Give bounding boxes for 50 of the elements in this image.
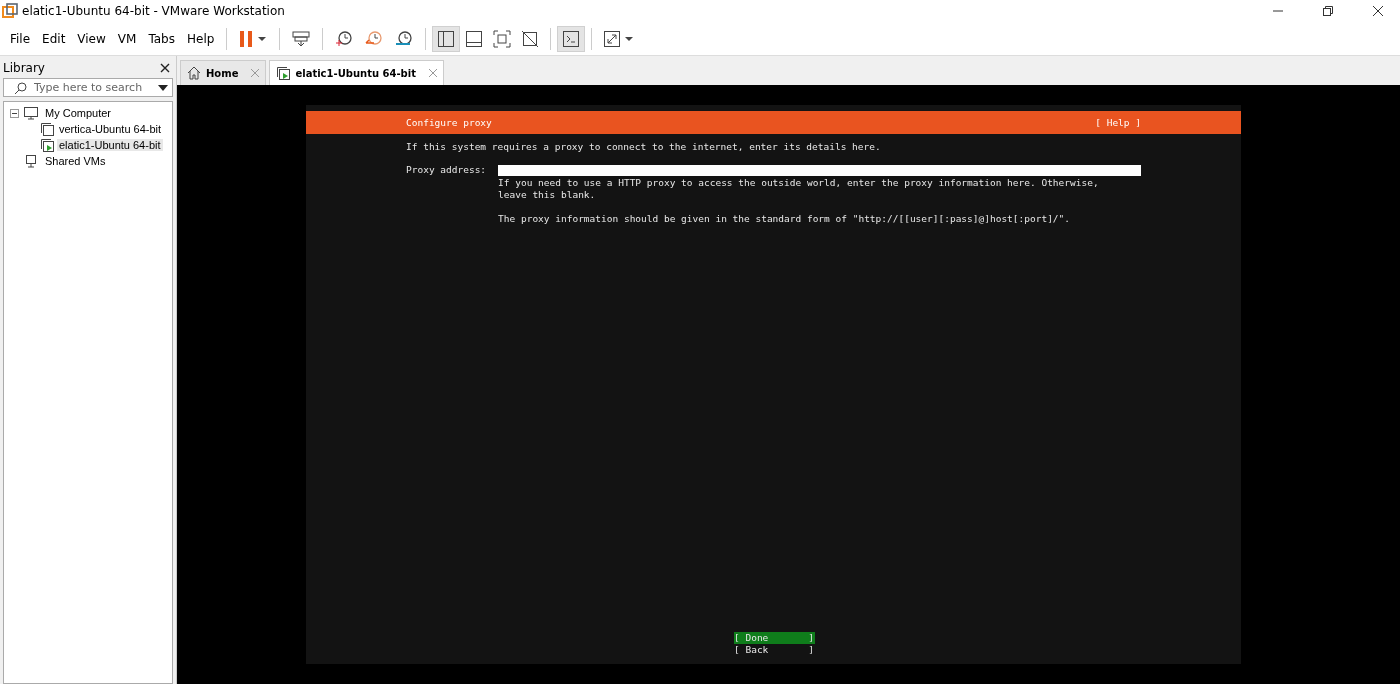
close-icon[interactable]: [1372, 5, 1384, 17]
menu-item[interactable]: Edit: [36, 31, 72, 46]
field-label: Proxy address:: [406, 164, 487, 177]
clock-icon: [334, 29, 355, 48]
monitor-icon: [23, 106, 39, 120]
crossed-window-icon: [521, 29, 540, 48]
search-icon: [14, 80, 28, 95]
resize-icon: [603, 29, 636, 48]
menu-item[interactable]: Help: [180, 31, 221, 46]
hint-text: If you need to use a HTTP proxy to access the outside world, enter the proxy information here. Otherwise,: [498, 177, 1100, 189]
clock-icon: [364, 29, 385, 48]
tree-item[interactable]: My Computer: [43, 107, 114, 119]
tree-item[interactable]: vertica-Ubuntu 64-bit: [57, 123, 164, 135]
proxy-address-field[interactable]: [498, 165, 1142, 176]
tree-item[interactable]: Shared VMs: [43, 155, 108, 167]
collapse-icon[interactable]: [10, 108, 19, 118]
help-link[interactable]: [ Help ]: [1095, 117, 1141, 128]
tab[interactable]: elatic1-Ubuntu 64-bit: [269, 60, 444, 85]
terminal-icon: [562, 29, 581, 48]
dropdown-caret-icon[interactable]: [158, 84, 168, 91]
menu-item[interactable]: VM: [111, 31, 143, 46]
panel-title: Library: [3, 61, 45, 75]
toolbar-button[interactable]: [557, 25, 586, 52]
tree-item[interactable]: elatic1-Ubuntu 64-bit: [57, 139, 163, 151]
keyboard-icon: [291, 29, 312, 48]
clock-icon: [394, 29, 415, 48]
menu-item[interactable]: File: [4, 31, 37, 46]
bottom-panel-layout-icon: [465, 29, 484, 48]
search-field[interactable]: Type here to search: [3, 78, 173, 97]
intro-text: If this system requires a proxy to connect to the internet, enter its details here.: [406, 141, 882, 152]
console-button[interactable]: [ Back ]: [734, 644, 815, 656]
vm-screen[interactable]: [177, 85, 1400, 684]
hint-text: The proxy information should be given in the standard form of "http://[[user][:pass]@]host[:port]/".: [498, 213, 1072, 225]
home-icon: [187, 66, 201, 80]
tab[interactable]: Home: [180, 60, 267, 85]
shared-vms-icon: [23, 154, 39, 168]
pause-icon: [238, 29, 269, 48]
console-button[interactable]: [ Done ]: [734, 632, 815, 644]
hint-text: leave this blank.: [498, 189, 597, 201]
close-icon[interactable]: [160, 63, 170, 73]
menu-item[interactable]: Tabs: [142, 31, 181, 46]
window-title: elatic1-Ubuntu 64-bit - VMware Workstation: [22, 4, 285, 18]
screen-title: Configure proxy: [406, 117, 492, 128]
sidebar-layout-icon: [437, 29, 456, 48]
menu-item[interactable]: View: [71, 31, 112, 46]
app-logo-icon: [2, 3, 18, 19]
full-screen-icon: [493, 29, 512, 48]
restore-icon[interactable]: [1322, 5, 1334, 17]
running-vm-icon: [276, 66, 291, 80]
toolbar-button[interactable]: [432, 25, 461, 52]
